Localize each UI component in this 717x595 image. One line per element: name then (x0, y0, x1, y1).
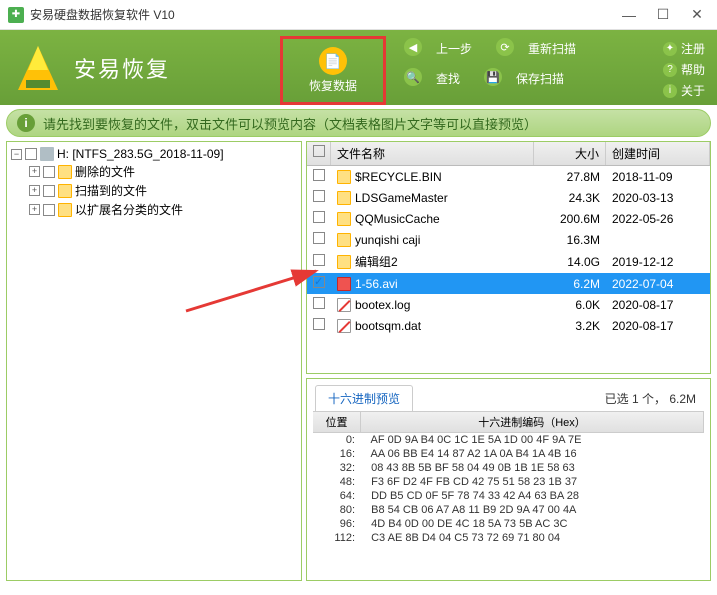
file-row[interactable]: LDSGameMaster24.3K2020-03-13 (307, 187, 710, 208)
register-button[interactable]: ✦注册 (659, 38, 709, 59)
folder-icon (58, 184, 72, 198)
tree-node[interactable]: +删除的文件 (29, 162, 297, 181)
col-name[interactable]: 文件名称 (331, 142, 534, 165)
file-icon (337, 319, 351, 333)
save-icon: 💾 (484, 68, 502, 86)
about-icon: i (663, 84, 677, 98)
folder-icon (58, 165, 72, 179)
checkbox[interactable] (43, 166, 55, 178)
file-list[interactable]: 文件名称 大小 创建时间 $RECYCLE.BIN27.8M2018-11-09… (306, 141, 711, 374)
folder-icon (58, 203, 72, 217)
hex-row: 112: C3 AE 8B D4 04 C5 73 72 69 71 80 04 (313, 531, 704, 545)
checkbox[interactable] (43, 204, 55, 216)
checkbox[interactable] (313, 276, 325, 288)
checkbox[interactable] (313, 318, 325, 330)
file-list-header: 文件名称 大小 创建时间 (307, 142, 710, 166)
tree-node[interactable]: +扫描到的文件 (29, 181, 297, 200)
col-date[interactable]: 创建时间 (606, 142, 710, 165)
hex-row: 64: DD B5 CD 0F 5F 78 74 33 42 A4 63 BA … (313, 489, 704, 503)
help-icon: ? (663, 63, 677, 77)
hex-row: 80: B8 54 CB 06 A7 A8 11 B9 2D 9A 47 00 … (313, 503, 704, 517)
window-title: 安易硬盘数据恢复软件 V10 (30, 6, 621, 23)
expand-icon[interactable]: − (11, 149, 22, 160)
drive-icon (40, 147, 54, 161)
save-scan-button[interactable]: 💾 (476, 66, 510, 90)
rescan-button[interactable]: ⟳ (488, 36, 522, 60)
info-bar: i 请先找到要恢复的文件，双击文件可以预览内容（文档表格图片文字等可以直接预览） (6, 109, 711, 137)
back-icon: ◀ (404, 38, 422, 56)
close-button[interactable]: ✕ (689, 7, 705, 23)
info-icon: i (17, 114, 35, 132)
hex-col-bytes: 十六进制编码（Hex） (361, 412, 704, 432)
tree-root[interactable]: − H: [NTFS_283.5G_2018-11-09] (11, 146, 297, 162)
app-header: 安易恢复 📄 恢复数据 ◀ 上一步 ⟳ 重新扫描 🔍 查找 💾 保存扫描 ✦注 (0, 30, 717, 105)
checkbox[interactable] (313, 211, 325, 223)
file-icon (337, 277, 351, 291)
col-size[interactable]: 大小 (534, 142, 606, 165)
logo-icon (12, 42, 64, 94)
recover-icon: 📄 (319, 47, 347, 75)
file-row[interactable]: QQMusicCache200.6M2022-05-26 (307, 208, 710, 229)
back-button[interactable]: ◀ (396, 36, 430, 60)
recover-button[interactable]: 📄 恢复数据 (299, 43, 367, 98)
file-row[interactable]: bootsqm.dat3.2K2020-08-17 (307, 315, 710, 336)
expand-icon[interactable]: + (29, 185, 40, 196)
checkbox[interactable] (313, 190, 325, 202)
file-row[interactable]: 编辑组214.0G2019-12-12 (307, 250, 710, 273)
checkbox[interactable] (313, 169, 325, 181)
file-row[interactable]: yunqishi caji16.3M (307, 229, 710, 250)
folder-icon (337, 233, 351, 247)
logo-text: 安易恢复 (74, 52, 170, 84)
title-bar: ✚ 安易硬盘数据恢复软件 V10 — ☐ ✕ (0, 0, 717, 30)
folder-icon (337, 191, 351, 205)
rescan-icon: ⟳ (496, 38, 514, 56)
checkbox[interactable] (313, 232, 325, 244)
hex-row: 32: 08 43 8B 5B BF 58 04 49 0B 1B 1E 58 … (313, 461, 704, 475)
minimize-button[interactable]: — (621, 7, 637, 23)
folder-icon (337, 255, 351, 269)
file-row[interactable]: 1-56.avi6.2M2022-07-04 (307, 273, 710, 294)
file-icon (337, 298, 351, 312)
hex-row: 96: 4D B4 0D 00 DE 4C 18 5A 73 5B AC 3C (313, 517, 704, 531)
checkbox[interactable] (43, 185, 55, 197)
hex-row: 0: AF 0D 9A B4 0C 1C 1E 5A 1D 00 4F 9A 7… (313, 433, 704, 447)
expand-icon[interactable]: + (29, 166, 40, 177)
folder-tree[interactable]: − H: [NTFS_283.5G_2018-11-09] +删除的文件+扫描到… (6, 141, 302, 581)
file-row[interactable]: bootex.log6.0K2020-08-17 (307, 294, 710, 315)
register-icon: ✦ (663, 42, 677, 56)
file-row[interactable]: $RECYCLE.BIN27.8M2018-11-09 (307, 166, 710, 187)
recover-button-highlight: 📄 恢复数据 (280, 36, 386, 105)
hex-preview-pane: 十六进制预览 已选 1 个， 6.2M 位置 十六进制编码（Hex） 0: AF… (306, 378, 711, 581)
hex-row: 48: F3 6F D2 4F FB CD 42 75 51 58 23 1B … (313, 475, 704, 489)
checkbox[interactable] (313, 297, 325, 309)
checkbox[interactable] (25, 148, 37, 160)
expand-icon[interactable]: + (29, 204, 40, 215)
hex-col-offset: 位置 (313, 412, 361, 432)
tab-hex-preview[interactable]: 十六进制预览 (315, 385, 413, 411)
selection-status: 已选 1 个， 6.2M (605, 390, 702, 407)
checkbox[interactable] (313, 254, 325, 266)
maximize-button[interactable]: ☐ (655, 7, 671, 23)
hex-row: 16: AA 06 BB E4 14 87 A2 1A 0A B4 1A 4B … (313, 447, 704, 461)
select-all-checkbox[interactable] (313, 145, 325, 157)
help-button[interactable]: ?帮助 (659, 59, 709, 80)
folder-icon (337, 170, 351, 184)
app-icon: ✚ (8, 7, 24, 23)
tree-node[interactable]: +以扩展名分类的文件 (29, 200, 297, 219)
about-button[interactable]: i关于 (659, 80, 709, 101)
search-icon: 🔍 (404, 68, 422, 86)
search-button[interactable]: 🔍 (396, 66, 430, 90)
folder-icon (337, 212, 351, 226)
